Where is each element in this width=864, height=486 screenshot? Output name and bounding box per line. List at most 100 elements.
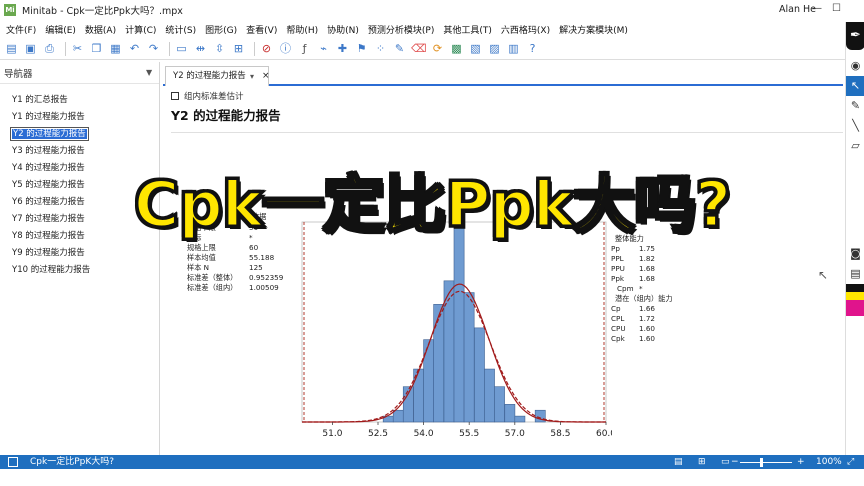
paste-icon[interactable]: ▦ — [108, 41, 123, 56]
menu-data[interactable]: 数据(A) — [85, 23, 116, 36]
clipboard-icon[interactable]: ▤ — [846, 264, 864, 284]
scatter-icon[interactable]: ⁘ — [373, 41, 388, 56]
report-document: 组内标准差估计 Y2 的过程能力报告 过程数据 规格下限 50 目标 * 规格上限 6… — [163, 88, 843, 454]
table-icon — [171, 92, 179, 100]
user-name[interactable]: Alan He — [779, 4, 816, 15]
color-swatch-black[interactable] — [846, 284, 864, 292]
within-capability-header: 潜在（组内）能力 — [615, 294, 673, 303]
insert-rows-icon[interactable]: ⇹ — [193, 41, 208, 56]
x-tick-label: 52.5 — [368, 429, 388, 439]
pen-icon[interactable]: ╲ — [846, 116, 864, 136]
menu-assist[interactable]: 协助(N) — [327, 23, 359, 36]
view-grid-icon[interactable]: ⊞ — [698, 455, 706, 469]
zoom-level: 100% — [816, 457, 842, 467]
close-icon[interactable]: × — [262, 67, 270, 86]
pointer-icon[interactable]: ↖ — [846, 76, 864, 96]
menu-graph[interactable]: 图形(G) — [205, 23, 237, 36]
window-icon[interactable]: ▭ — [174, 41, 189, 56]
zoom-out-button[interactable]: − — [731, 455, 739, 469]
nav-item[interactable]: Y10 的过程能力报告 — [0, 262, 160, 279]
zoom-slider-thumb[interactable] — [760, 458, 763, 467]
stat-row: 标准差（组内） 1.00509 — [187, 283, 279, 292]
maximize-button[interactable]: ☐ — [832, 3, 841, 14]
minimize-button[interactable]: — — [812, 3, 822, 14]
capability-row: Cpm * — [617, 284, 643, 293]
columns-icon[interactable]: ⊞ — [231, 41, 246, 56]
zoom-slider[interactable] — [740, 462, 792, 463]
menu-view[interactable]: 查看(V) — [246, 23, 277, 36]
layout-icon[interactable]: ▩ — [449, 41, 464, 56]
brush-icon[interactable]: ⌁ — [316, 41, 331, 56]
save-icon[interactable]: ▣ — [23, 41, 38, 56]
view-normal-icon[interactable]: ▤ — [674, 455, 683, 469]
edit-graph-icon[interactable]: ✎ — [392, 41, 407, 56]
capability-panel: 整体能力 Pp 1.75 PPL 1.82 PPU 1.68 Ppk 1.68 Cpm *… — [611, 234, 691, 344]
nav-item-selected[interactable]: Y2 的过程能力报告 — [0, 126, 160, 143]
title-bar: Mi Minitab - Cpk一定比Ppk大吗？.mpx — [0, 0, 864, 20]
menu-file[interactable]: 文件(F) — [6, 23, 36, 36]
toolbar-separator — [254, 41, 255, 56]
nav-item[interactable]: Y1 的汇总报告 — [0, 92, 160, 109]
navigator-header: 导航器 — [0, 62, 159, 84]
camera-icon[interactable]: ◙ — [846, 244, 864, 264]
eraser-icon[interactable]: ⌫ — [411, 41, 427, 56]
menu-tools[interactable]: 其他工具(T) — [443, 23, 492, 36]
capability-row: PPU 1.68 — [611, 264, 656, 273]
copy-icon[interactable]: ❐ — [89, 41, 104, 56]
status-panel-icon[interactable] — [8, 457, 18, 467]
tab-label: Y2 的过程能力报告 — [173, 71, 246, 81]
nav-item[interactable]: Y3 的过程能力报告 — [0, 143, 160, 160]
stop-icon[interactable]: ⊘ — [259, 41, 274, 56]
undo-icon[interactable]: ↶ — [127, 41, 142, 56]
chevron-down-icon[interactable]: ▾ — [250, 67, 254, 86]
color-swatch-magenta[interactable] — [846, 300, 864, 308]
open-icon[interactable]: ▤ — [4, 41, 19, 56]
chevron-down-icon[interactable]: ▼ — [146, 68, 152, 77]
eraser-icon[interactable]: ▱ — [846, 136, 864, 156]
fit-icon[interactable]: ⤢ — [847, 455, 854, 469]
menu-predictive[interactable]: 预测分析模块(P) — [368, 23, 434, 36]
refresh-icon[interactable]: ⟳ — [430, 41, 445, 56]
annotation-toolbar: ✒ ◉ ↖ ✎ ╲ ▱ ◙ ▤ — [845, 22, 864, 486]
capability-histogram: 51.0 52.5 54.0 55.5 57.0 58.5 60.0 — [301, 221, 612, 439]
cut-icon[interactable]: ✂ — [70, 41, 85, 56]
menu-help[interactable]: 帮助(H) — [286, 23, 318, 36]
menu-bar: 文件(F) 编辑(E) 数据(A) 计算(C) 统计(S) 图形(G) 查看(V… — [0, 20, 845, 38]
menu-calc[interactable]: 计算(C) — [125, 23, 156, 36]
color-swatch-yellow[interactable] — [846, 292, 864, 300]
info-icon[interactable]: ⓘ — [278, 41, 293, 56]
help-icon[interactable]: ? — [525, 41, 540, 56]
x-tick-label: 58.5 — [550, 429, 570, 439]
chart-icon[interactable]: ▥ — [506, 41, 521, 56]
capability-row: Ppk 1.68 — [611, 274, 656, 283]
pen-logo-icon: ✒ — [846, 22, 864, 50]
menu-six-sigma[interactable]: 六西格玛(X) — [501, 23, 550, 36]
eye-icon[interactable]: ◉ — [846, 56, 864, 76]
capability-row: PPL 1.82 — [611, 254, 656, 263]
menu-edit[interactable]: 编辑(E) — [45, 23, 76, 36]
histogram-bar — [514, 415, 526, 423]
tab-report[interactable]: Y2 的过程能力报告 ▾ × — [165, 66, 270, 86]
flag-icon[interactable]: ⚑ — [354, 41, 369, 56]
formula-icon[interactable]: ƒ — [297, 41, 312, 56]
nav-item[interactable]: Y1 的过程能力报告 — [0, 109, 160, 126]
menu-stat[interactable]: 统计(S) — [165, 23, 196, 36]
menu-solutions[interactable]: 解决方案模块(M) — [559, 23, 628, 36]
zoom-in-button[interactable]: + — [797, 455, 805, 469]
highlighter-icon[interactable]: ✎ — [846, 96, 864, 116]
print-icon[interactable]: ⎙ — [42, 41, 57, 56]
histogram-bar — [423, 339, 435, 423]
folder-icon[interactable]: ▨ — [487, 41, 502, 56]
navigator-panel: 导航器 ▼ Y1 的汇总报告 Y1 的过程能力报告 Y2 的过程能力报告 Y3 … — [0, 62, 160, 455]
toolbar-separator — [65, 41, 66, 56]
mouse-cursor-icon: ↖ — [818, 268, 829, 282]
crosshair-icon[interactable]: ✚ — [335, 41, 350, 56]
insert-cols-icon[interactable]: ⇳ — [212, 41, 227, 56]
view-page-icon[interactable]: ▭ — [721, 455, 730, 469]
stat-row: 样本均值 55.188 — [187, 253, 275, 262]
color-swatch-magenta[interactable] — [846, 308, 864, 316]
redo-icon[interactable]: ↷ — [146, 41, 161, 56]
report-icon[interactable]: ▧ — [468, 41, 483, 56]
toolbar: ▤ ▣ ⎙ ✂ ❐ ▦ ↶ ↷ ▭ ⇹ ⇳ ⊞ ⊘ ⓘ ƒ ⌁ ✚ ⚑ ⁘ ✎ … — [0, 38, 845, 60]
histogram-bar — [484, 368, 495, 423]
